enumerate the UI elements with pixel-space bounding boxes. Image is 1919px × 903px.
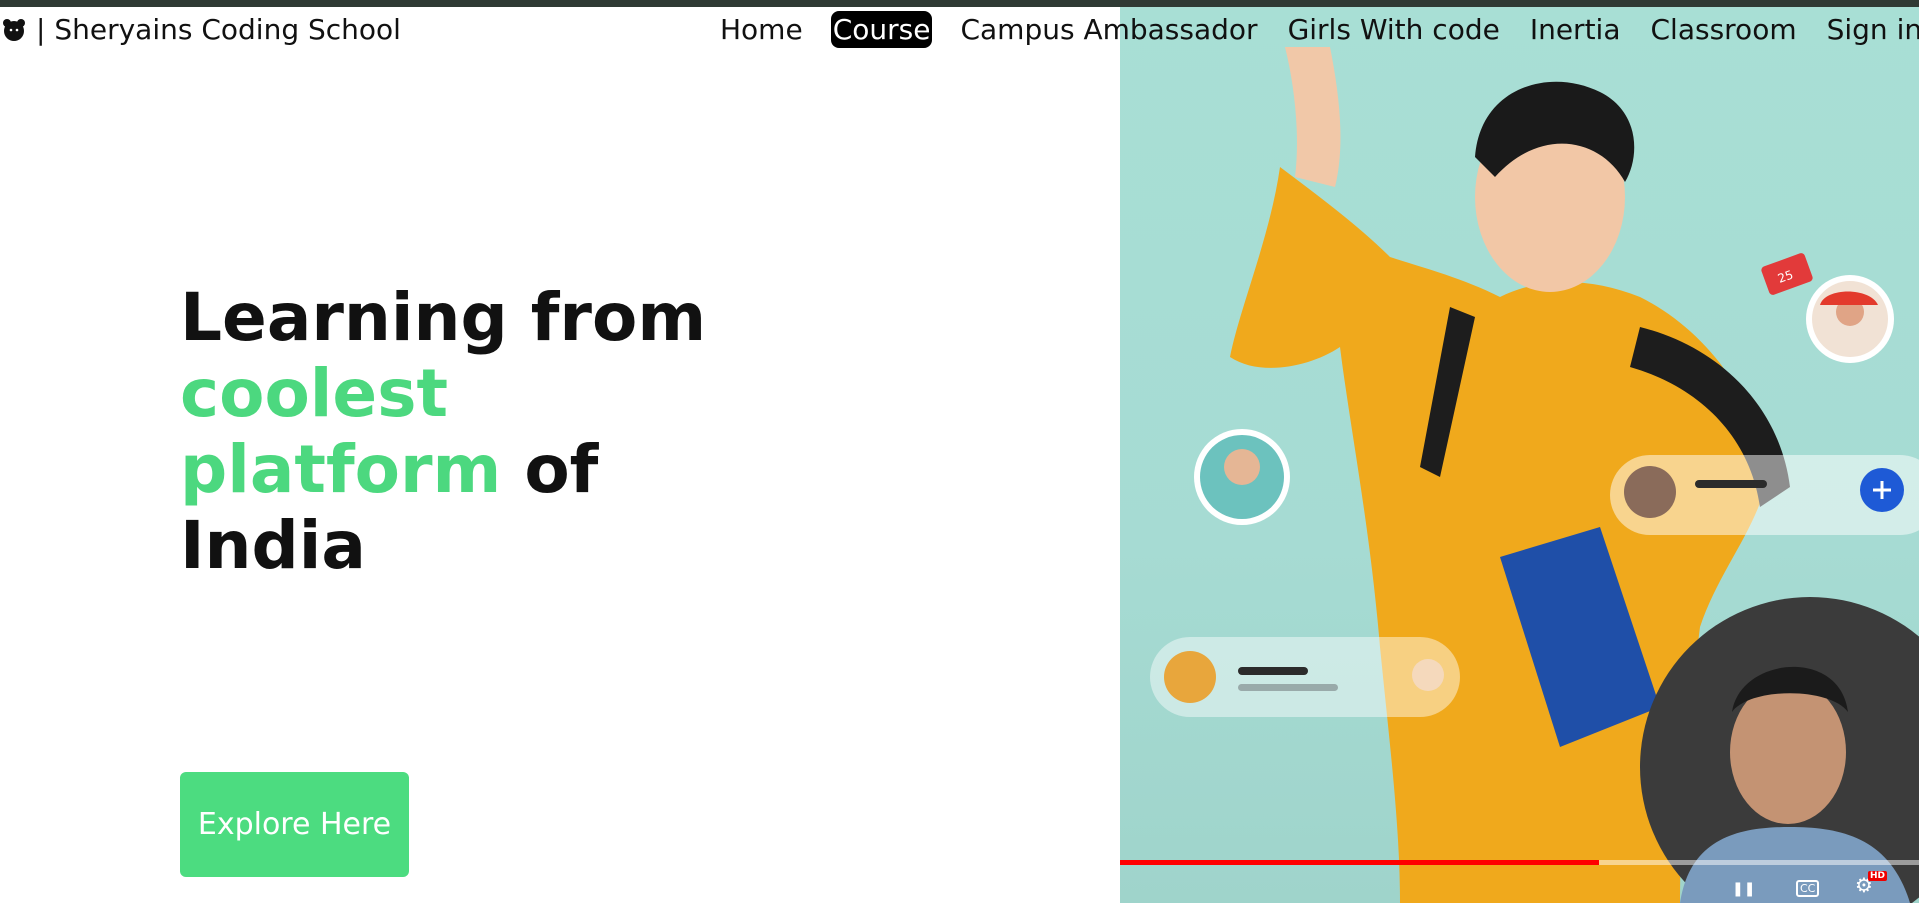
bear-icon [3,18,25,41]
nav-item-girls-with-code[interactable]: Girls With code [1286,11,1502,48]
video-progress-fill [1120,860,1600,865]
nav-item-sign-in[interactable]: Sign in [1825,11,1919,48]
hero-title: Learning from coolest platform of India [180,280,960,584]
nav-item-home[interactable]: Home [718,11,805,48]
captions-icon[interactable]: CC [1796,880,1820,897]
brand[interactable]: | Sheryains Coding School [2,13,401,46]
video-controls: ❚❚ CC ⚙ HD [1120,867,1919,903]
browser-top-strip [0,0,1919,7]
autoplay-toggle-icon[interactable]: ❚❚ [1732,881,1755,897]
hero-title-accent-1: coolest [180,355,449,432]
hero-title-line2: of [501,431,599,508]
nav-links: Home Course Campus Ambassador Girls With… [705,11,1919,48]
video-frame-illustration: 25 [1150,47,1919,903]
nav-item-course[interactable]: Course [830,11,933,48]
explore-button[interactable]: Explore Here [180,772,409,877]
nav-item-campus-ambassador[interactable]: Campus Ambassador [958,11,1259,48]
hero-video[interactable]: 25 ❚❚ CC ⚙ HD [1120,7,1919,903]
brand-name: | Sheryains Coding School [36,13,401,46]
hero-title-line1: Learning from [180,279,707,356]
nav-item-inertia[interactable]: Inertia [1528,11,1623,48]
video-progress-track[interactable] [1120,860,1919,865]
navbar: | Sheryains Coding School Home Course Ca… [0,7,1919,57]
hero-title-accent-2: platform [180,431,502,508]
hd-badge: HD [1868,871,1888,881]
hero-title-line3: India [180,507,366,584]
nav-item-classroom[interactable]: Classroom [1649,11,1799,48]
